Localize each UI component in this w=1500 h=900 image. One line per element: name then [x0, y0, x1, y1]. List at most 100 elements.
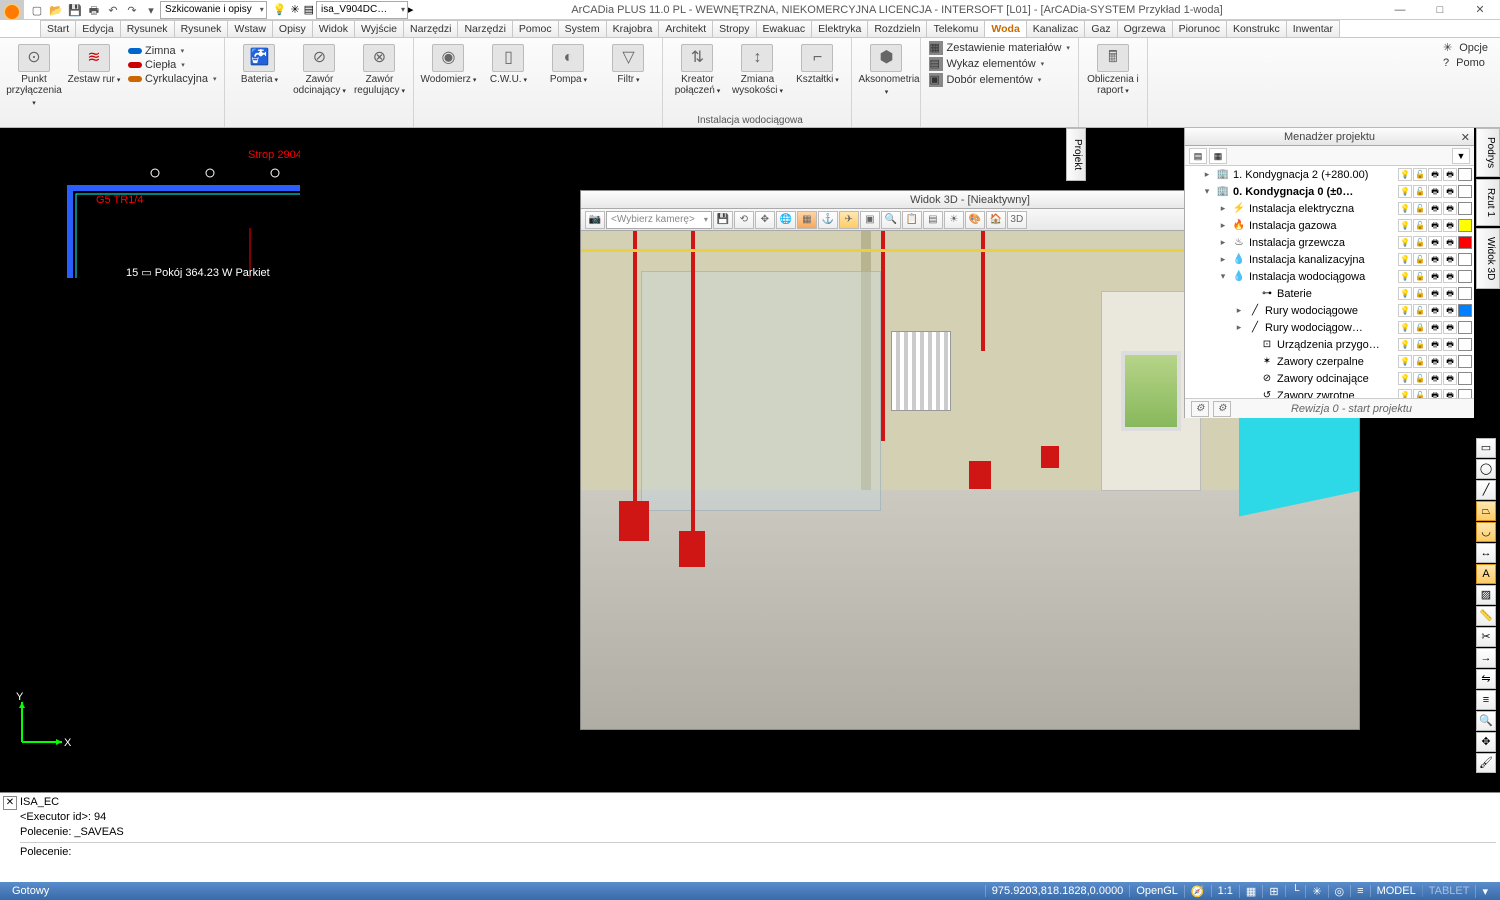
- tree-bulb-icon[interactable]: 💡: [1398, 253, 1412, 266]
- tree-row[interactable]: ▸╱Rury wodociągow…💡🔒🖶🖶: [1185, 319, 1474, 336]
- projekt-vertical-tab[interactable]: Projekt: [1066, 128, 1086, 181]
- view3d-plane-icon[interactable]: ✈: [839, 211, 859, 229]
- tree-lock-icon[interactable]: 🔓: [1413, 338, 1427, 351]
- vtab-widok3d[interactable]: Widok 3D: [1476, 228, 1500, 289]
- view3d-zoom-icon[interactable]: 🔍: [881, 211, 901, 229]
- rt-select-icon[interactable]: ▭: [1476, 438, 1496, 458]
- tree-color-swatch[interactable]: [1458, 338, 1472, 351]
- ribbon-tab-narzędzi[interactable]: Narzędzi: [403, 20, 458, 37]
- qat-undo-icon[interactable]: ↶: [104, 1, 122, 19]
- height-change-button[interactable]: ↕Zmiana wysokości: [729, 40, 785, 97]
- help-link[interactable]: ? Pomo: [1439, 56, 1496, 70]
- ribbon-tab-ogrzewa[interactable]: Ogrzewa: [1117, 20, 1173, 37]
- view3d-fit-icon[interactable]: ▣: [860, 211, 880, 229]
- tree-print2-icon[interactable]: 🖶: [1443, 338, 1457, 351]
- status-osnap-icon[interactable]: ◎: [1328, 885, 1351, 898]
- tree-row[interactable]: ⊶Baterie💡🔓🖶🖶: [1185, 285, 1474, 302]
- view3d-globe-icon[interactable]: 🌐: [776, 211, 796, 229]
- ribbon-tab-widok[interactable]: Widok: [312, 20, 355, 37]
- view3d-save-icon[interactable]: 💾: [713, 211, 733, 229]
- options-link[interactable]: ✳ Opcje: [1439, 40, 1496, 55]
- tree-color-swatch[interactable]: [1458, 236, 1472, 249]
- status-model[interactable]: MODEL: [1370, 885, 1422, 897]
- rt-line-icon[interactable]: ╱: [1476, 480, 1496, 500]
- ribbon-tab-rysunek[interactable]: Rysunek: [120, 20, 175, 37]
- cmd-prompt[interactable]: Polecenie:: [20, 842, 1496, 860]
- ribbon-tab-telekomu[interactable]: Telekomu: [926, 20, 985, 37]
- tree-color-swatch[interactable]: [1458, 270, 1472, 283]
- ribbon-tab-edycja[interactable]: Edycja: [75, 20, 121, 37]
- status-snap1-icon[interactable]: ▦: [1239, 885, 1262, 898]
- view3d-pan-icon[interactable]: ✥: [755, 211, 775, 229]
- tree-twisty-icon[interactable]: ▸: [1217, 254, 1229, 265]
- tree-color-swatch[interactable]: [1458, 304, 1472, 317]
- tree-row[interactable]: ⊡Urządzenia przygo…💡🔓🖶🖶: [1185, 336, 1474, 353]
- rt-trim-icon[interactable]: ✂: [1476, 627, 1496, 647]
- tree-twisty-icon[interactable]: ▸: [1217, 220, 1229, 231]
- tree-bulb-icon[interactable]: 💡: [1398, 287, 1412, 300]
- tree-bulb-icon[interactable]: 💡: [1398, 304, 1412, 317]
- status-opengl[interactable]: OpenGL: [1129, 885, 1184, 897]
- tree-print2-icon[interactable]: 🖶: [1443, 355, 1457, 368]
- tree-twisty-icon[interactable]: ▸: [1233, 305, 1245, 316]
- tree-lock-icon[interactable]: 🔓: [1413, 185, 1427, 198]
- tree-color-swatch[interactable]: [1458, 321, 1472, 334]
- view3d-sun-icon[interactable]: ☀: [944, 211, 964, 229]
- status-snap2-icon[interactable]: ⊞: [1262, 885, 1284, 898]
- qat-new-icon[interactable]: ▢: [28, 1, 46, 19]
- tree-print-icon[interactable]: 🖶: [1428, 270, 1442, 283]
- tree-bulb-icon[interactable]: 💡: [1398, 372, 1412, 385]
- status-scale[interactable]: 1:1: [1211, 885, 1239, 897]
- tree-color-swatch[interactable]: [1458, 185, 1472, 198]
- ribbon-tab-gaz[interactable]: Gaz: [1084, 20, 1117, 37]
- tree-twisty-icon[interactable]: ▾: [1201, 186, 1213, 197]
- tree-row[interactable]: ▾💧Instalacja wodociągowa💡🔓🖶🖶: [1185, 268, 1474, 285]
- panel-close-icon[interactable]: ✕: [1461, 129, 1470, 147]
- tree-color-swatch[interactable]: [1458, 389, 1472, 398]
- tree-lock-icon[interactable]: 🔓: [1413, 270, 1427, 283]
- tree-bulb-icon[interactable]: 💡: [1398, 236, 1412, 249]
- vtab-rzut1[interactable]: Rzut 1: [1476, 179, 1500, 226]
- minimize-button[interactable]: —: [1380, 0, 1420, 20]
- pm-tool1[interactable]: ▤: [1189, 148, 1207, 164]
- rt-polyline-icon[interactable]: ⏢: [1476, 501, 1496, 521]
- qat-bulb-icon[interactable]: 💡: [271, 3, 289, 16]
- rt-extend-icon[interactable]: →: [1476, 648, 1496, 668]
- workspace-combo[interactable]: Szkicowanie i opisy: [160, 1, 267, 19]
- tree-print2-icon[interactable]: 🖶: [1443, 304, 1457, 317]
- rt-paint-icon[interactable]: 🖌: [1476, 753, 1496, 773]
- tree-twisty-icon[interactable]: ▸: [1217, 237, 1229, 248]
- tree-print2-icon[interactable]: 🖶: [1443, 219, 1457, 232]
- pump-button[interactable]: ◐Pompa: [540, 40, 596, 86]
- ribbon-tab-system[interactable]: System: [558, 20, 607, 37]
- tree-lock-icon[interactable]: 🔓: [1413, 304, 1427, 317]
- tree-bulb-icon[interactable]: 💡: [1398, 389, 1412, 398]
- command-line[interactable]: ✕ ISA_EC <Executor id>: 94 Polecenie: _S…: [0, 792, 1500, 882]
- view3d-anchor-icon[interactable]: ⚓: [818, 211, 838, 229]
- cold-pipe-button[interactable]: Zimna: [126, 44, 218, 58]
- tree-print2-icon[interactable]: 🖶: [1443, 372, 1457, 385]
- tree-row[interactable]: ⊘Zawory odcinające💡🔓🖶🖶: [1185, 370, 1474, 387]
- tree-bulb-icon[interactable]: 💡: [1398, 168, 1412, 181]
- element-list-button[interactable]: ▤Wykaz elementów: [927, 56, 1046, 72]
- rt-pan-icon[interactable]: ✥: [1476, 732, 1496, 752]
- tree-print-icon[interactable]: 🖶: [1428, 355, 1442, 368]
- view3d-orbit-icon[interactable]: ⟲: [734, 211, 754, 229]
- rt-circle-icon[interactable]: ◯: [1476, 459, 1496, 479]
- ribbon-tab-narzędzi[interactable]: Narzędzi: [457, 20, 512, 37]
- ribbon-tab-wyjście[interactable]: Wyjście: [354, 20, 404, 37]
- tree-lock-icon[interactable]: 🔓: [1413, 389, 1427, 398]
- qat-print-icon[interactable]: 🖶: [85, 1, 103, 19]
- qat-layers-icon[interactable]: ▤: [302, 3, 316, 16]
- ribbon-tab-rysunek[interactable]: Rysunek: [174, 20, 229, 37]
- element-select-button[interactable]: ▣Dobór elementów: [927, 72, 1043, 88]
- tree-color-swatch[interactable]: [1458, 372, 1472, 385]
- tree-print2-icon[interactable]: 🖶: [1443, 185, 1457, 198]
- view3d-3d-icon[interactable]: 3D: [1007, 211, 1027, 229]
- tree-print-icon[interactable]: 🖶: [1428, 338, 1442, 351]
- tree-print-icon[interactable]: 🖶: [1428, 219, 1442, 232]
- tree-color-swatch[interactable]: [1458, 202, 1472, 215]
- tree-row[interactable]: ▾🏢0. Kondygnacja 0 (±0…💡🔓🖶🖶: [1185, 183, 1474, 200]
- tree-bulb-icon[interactable]: 💡: [1398, 321, 1412, 334]
- tree-print-icon[interactable]: 🖶: [1428, 287, 1442, 300]
